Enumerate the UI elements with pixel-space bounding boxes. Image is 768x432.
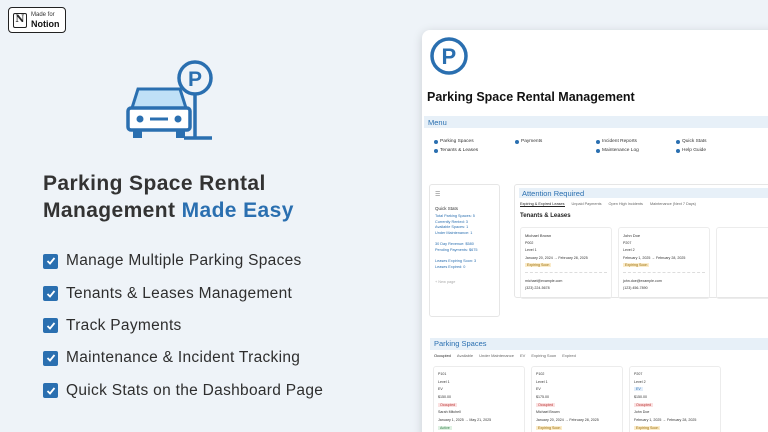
lease-card-partial[interactable]	[716, 227, 768, 299]
parking-spaces-tabs: Occupied Available Under Maintenance EV …	[434, 353, 576, 358]
feature-label: Maintenance & Incident Tracking	[66, 349, 301, 367]
parking-spaces-header: Parking Spaces	[430, 338, 768, 350]
notion-logo-icon: N	[13, 12, 27, 28]
tab-expiring-soon[interactable]: Expiring Soon	[531, 353, 556, 358]
parking-space-card[interactable]: P102 Level 1 EV $175.00 Occupied Michael…	[531, 366, 623, 432]
new-page-button[interactable]: + New page	[435, 280, 494, 284]
status-badge: Occupied	[634, 402, 654, 407]
checkbox-icon	[43, 383, 58, 399]
quick-stats-card: ☰ Quick Stats Total Parking Spaces: 5 Cu…	[429, 184, 500, 317]
lease-status-badge: Active	[438, 425, 452, 430]
feature-label: Tenants & Leases Management	[66, 284, 293, 302]
feature-item: Track Payments	[43, 310, 323, 342]
status-badge: Occupied	[536, 402, 556, 407]
wrench-icon	[596, 148, 600, 153]
tab-occupied[interactable]: Occupied	[434, 353, 451, 358]
status-badge: Expiring Soon	[525, 263, 552, 267]
car-parking-icon: P	[126, 60, 213, 140]
tab-under-maintenance[interactable]: Under Maintenance	[479, 353, 514, 358]
badge-line1: Made for	[31, 11, 55, 18]
lease-status-badge: Expiring Soon	[536, 425, 563, 430]
tab-maintenance[interactable]: Maintenance (Next 7 Days)	[650, 202, 696, 207]
parking-space-card[interactable]: P207 Level 2 EV $150.00 Occupied John Do…	[629, 366, 721, 432]
checkbox-icon	[43, 253, 58, 269]
menu-link-help-guide[interactable]: Help Guide	[676, 148, 706, 153]
parking-space-card[interactable]: P101 Level 1 EV $150.00 Occupied Sarah M…	[433, 366, 525, 432]
feature-item: Quick Stats on the Dashboard Page	[43, 375, 323, 407]
menu-icon: ☰	[435, 192, 441, 198]
headline-main: Management	[43, 199, 176, 222]
attention-required-section: Attention Required Expiring & Expired Le…	[514, 184, 768, 299]
people-icon	[434, 148, 438, 153]
menu-link-tenants-leases[interactable]: Tenants & Leases	[434, 148, 478, 153]
quick-stats-heading: Quick Stats	[435, 206, 459, 211]
attention-title: Attention Required	[519, 188, 768, 198]
tab-expiring-leases[interactable]: Expiring & Expired Leases	[520, 202, 565, 207]
feature-item: Manage Multiple Parking Spaces	[43, 245, 323, 277]
svg-text:P: P	[442, 44, 457, 69]
menu-link-parking-spaces[interactable]: Parking Spaces	[434, 139, 474, 144]
badge-text: Made for Notion	[31, 12, 60, 29]
menu-link-incident-reports[interactable]: Incident Reports	[596, 139, 637, 144]
stat-row[interactable]: Under Maintenance: 1	[435, 231, 494, 237]
svg-text:P: P	[188, 68, 202, 91]
tenants-leases-subtitle: Tenants & Leases	[520, 213, 571, 219]
attention-tabs: Expiring & Expired Leases Unpaid Payment…	[520, 202, 696, 207]
tab-available[interactable]: Available	[457, 353, 473, 358]
ev-badge: EV	[634, 387, 643, 392]
made-for-notion-badge: N Made for Notion	[8, 7, 66, 33]
feature-list: Manage Multiple Parking Spaces Tenants &…	[43, 245, 323, 407]
menu-link-payments[interactable]: Payments	[515, 139, 542, 144]
checkbox-icon	[43, 318, 58, 334]
tab-ev[interactable]: EV	[520, 353, 525, 358]
headline: Parking Space Rental Management Made Eas…	[43, 170, 294, 224]
feature-label: Track Payments	[66, 316, 182, 334]
checkbox-icon	[43, 350, 58, 366]
badge-line2: Notion	[31, 18, 60, 29]
headline-line2: Management Made Easy	[43, 197, 294, 224]
tab-open-high-incidents[interactable]: Open High Incidents	[609, 202, 643, 207]
menu-link-maintenance-log[interactable]: Maintenance Log	[596, 148, 639, 153]
tab-unpaid-payments[interactable]: Unpaid Payments	[572, 202, 602, 207]
warning-icon	[596, 139, 600, 144]
feature-item: Tenants & Leases Management	[43, 277, 323, 309]
feature-label: Quick Stats on the Dashboard Page	[66, 381, 324, 399]
lease-card[interactable]: John Doe P207 Level 2 February 1, 2025 →…	[618, 227, 710, 299]
page-title: Parking Space Rental Management	[427, 90, 635, 104]
feature-label: Manage Multiple Parking Spaces	[66, 252, 302, 270]
feature-item: Maintenance & Incident Tracking	[43, 342, 323, 374]
menu-header: Menu	[424, 116, 768, 128]
menu-link-quick-stats[interactable]: Quick Stats	[676, 139, 707, 144]
parking-logo-icon: P	[430, 37, 468, 75]
headline-accent: Made Easy	[181, 199, 294, 222]
status-badge: Expiring Soon	[623, 263, 650, 267]
checkbox-icon	[43, 286, 58, 302]
lease-status-badge: Expiring Soon	[634, 425, 661, 430]
parking-icon	[434, 139, 438, 144]
status-badge: Occupied	[438, 402, 458, 407]
stat-row[interactable]: Pending Payments: $675	[435, 248, 494, 254]
notion-dashboard-preview: P Parking Space Rental Management Menu P…	[422, 30, 768, 432]
stat-row[interactable]: Leases Expired: 0	[435, 265, 494, 271]
card-icon	[515, 139, 519, 144]
chart-icon	[676, 139, 680, 144]
lease-card[interactable]: Michael Brown P002 Level 1 January 20, 2…	[520, 227, 612, 299]
help-icon	[676, 148, 680, 153]
headline-line1: Parking Space Rental	[43, 172, 266, 195]
tab-expired[interactable]: Expired	[562, 353, 576, 358]
